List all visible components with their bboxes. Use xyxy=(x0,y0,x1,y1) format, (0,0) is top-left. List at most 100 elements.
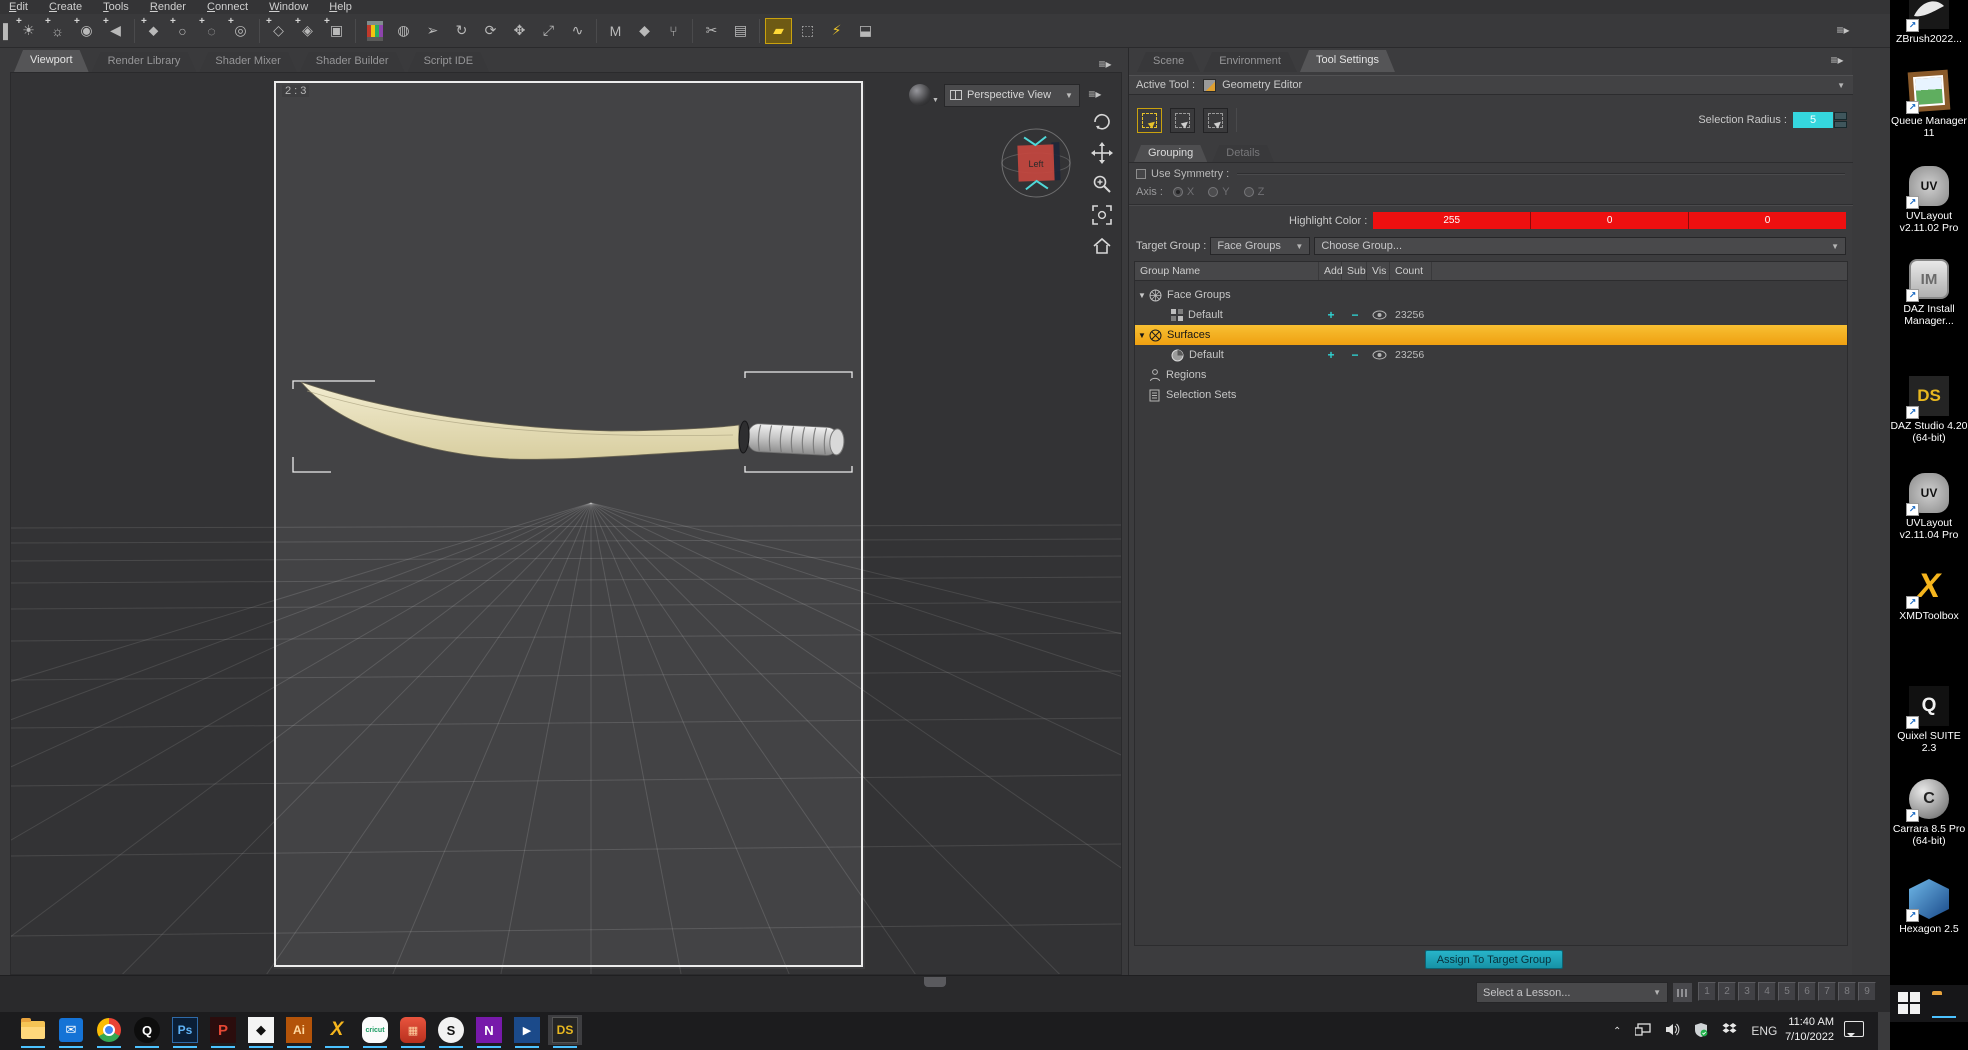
action-center-icon[interactable] xyxy=(1844,1021,1864,1037)
col-sub[interactable]: Sub xyxy=(1342,262,1367,280)
new-instance-icon[interactable]: + ◈ xyxy=(294,16,321,44)
taskbar-xmd-toolbox[interactable]: X xyxy=(320,1015,354,1048)
globe-icon[interactable]: ◍ xyxy=(390,18,417,44)
tree-row-surfaces-default[interactable]: Default + − 23256 xyxy=(1135,345,1847,365)
taskbar-illustrator[interactable]: Ai xyxy=(282,1015,316,1048)
taskbar-black-q-app[interactable]: Q xyxy=(130,1015,164,1048)
rotate-tool-icon[interactable]: ↻ xyxy=(448,18,475,44)
visibility-eye-icon[interactable] xyxy=(1367,310,1391,320)
new-dform-icon[interactable]: + ◌ xyxy=(198,16,225,44)
col-add[interactable]: Add xyxy=(1319,262,1343,280)
translate-tool-icon[interactable]: ✥ xyxy=(506,18,533,44)
home-icon[interactable] xyxy=(1091,235,1113,257)
view-selector-dropdown[interactable]: Perspective View ▼ xyxy=(943,83,1080,107)
highlight-g-value[interactable]: 0 xyxy=(1531,212,1690,229)
add-button[interactable]: + xyxy=(1319,308,1343,322)
new-null-icon[interactable]: + ○ xyxy=(169,16,196,44)
tab-shader-mixer[interactable]: Shader Mixer xyxy=(199,52,296,72)
taskbar-chrome[interactable] xyxy=(92,1015,126,1048)
pan-icon[interactable] xyxy=(1091,142,1113,164)
desktop-icon-daz-install-manager[interactable]: IM ↗ DAZ Install Manager... xyxy=(1890,258,1968,327)
subtract-button[interactable]: − xyxy=(1343,308,1367,322)
curve-tool-icon[interactable]: ∿ xyxy=(564,18,591,44)
geometry-editor-tool-icon[interactable]: ▰ xyxy=(765,17,792,44)
lesson-8-button[interactable]: 8 xyxy=(1838,982,1856,1001)
taskbar-red-p-app[interactable]: P xyxy=(206,1015,240,1048)
desktop-icon-uvlayout-02[interactable]: UV ↗ UVLayout v2.11.02 Pro xyxy=(1890,165,1968,234)
lesson-7-button[interactable]: 7 xyxy=(1818,982,1836,1001)
tab-script-ide[interactable]: Script IDE xyxy=(408,52,490,72)
new-point-light-icon[interactable]: + ☼ xyxy=(44,16,71,44)
axis-y-radio[interactable] xyxy=(1208,187,1219,197)
lesson-9-button[interactable]: 9 xyxy=(1858,982,1876,1001)
target-group-dropdown[interactable]: Face Groups ▼ xyxy=(1210,237,1311,255)
tree-row-face-groups[interactable]: ▼ Face Groups xyxy=(1135,285,1847,305)
desktop-icon-uvlayout-04[interactable]: UV ↗ UVLayout v2.11.04 Pro xyxy=(1890,472,1968,541)
tree-row-surfaces[interactable]: ▼ Surfaces xyxy=(1135,325,1847,345)
figures-tool-icon[interactable]: ⑂ xyxy=(660,18,687,44)
lesson-1-button[interactable]: 1 xyxy=(1698,982,1716,1001)
taskbar-onenote[interactable]: N xyxy=(472,1015,506,1048)
axis-z-radio[interactable] xyxy=(1243,187,1254,197)
scale-tool-icon[interactable]: ⤢ xyxy=(535,18,562,44)
assign-to-target-group-button[interactable]: Assign To Target Group xyxy=(1425,950,1563,969)
taskbar-s-app[interactable]: S xyxy=(434,1015,468,1048)
taskbar-movies-tv[interactable]: ▶ xyxy=(510,1015,544,1048)
menu-create[interactable]: Create xyxy=(40,0,91,14)
lesson-4-button[interactable]: 4 xyxy=(1758,982,1776,1001)
menu-render[interactable]: Render xyxy=(141,0,195,14)
tab-scene[interactable]: Scene xyxy=(1137,52,1200,72)
add-button[interactable]: + xyxy=(1319,348,1343,362)
axis-x-radio[interactable] xyxy=(1172,187,1183,197)
taskbar-photoshop[interactable]: Ps xyxy=(168,1015,202,1048)
tab-shader-builder[interactable]: Shader Builder xyxy=(300,52,405,72)
dock-pane-menu-icon[interactable]: ≡▸ xyxy=(1828,54,1846,68)
highlight-r-value[interactable]: 255 xyxy=(1373,212,1532,229)
subtab-details[interactable]: Details xyxy=(1212,145,1274,162)
measure-m-tool-icon[interactable]: M xyxy=(602,18,629,44)
transfer-box-tool-icon[interactable]: ⬚ xyxy=(794,18,821,44)
zoom-icon[interactable] xyxy=(1091,173,1113,195)
render-grid-icon[interactable] xyxy=(361,18,388,44)
selection-radius-input[interactable]: 5 xyxy=(1793,112,1833,128)
new-cube-icon[interactable]: + ▣ xyxy=(323,16,350,44)
new-primitive-icon[interactable]: + ⬥ xyxy=(140,16,167,44)
visibility-eye-icon[interactable] xyxy=(1367,350,1391,360)
menu-edit[interactable]: Edit xyxy=(0,0,37,14)
subtract-button[interactable]: − xyxy=(1343,348,1367,362)
use-symmetry-checkbox[interactable] xyxy=(1136,169,1146,179)
col-group-name[interactable]: Group Name xyxy=(1135,262,1319,280)
desktop-icon-zbrush[interactable]: ↗ ZBrush2022... xyxy=(1890,0,1968,45)
menu-tools[interactable]: Tools xyxy=(94,0,138,14)
window-panes-icon[interactable]: ≡▸ xyxy=(1834,23,1852,38)
col-vis[interactable]: Vis xyxy=(1367,262,1390,280)
select-lesson-dropdown[interactable]: Select a Lesson... ▼ xyxy=(1476,982,1668,1003)
taskbar-cricut[interactable]: cricut xyxy=(358,1015,392,1048)
menu-connect[interactable]: Connect xyxy=(198,0,257,14)
taskbar-unity[interactable]: ◆ xyxy=(244,1015,278,1048)
scroll-notch[interactable] xyxy=(924,977,946,987)
sphere-dropdown-arrow-icon[interactable]: ▼ xyxy=(932,97,939,104)
tray-chevron-up-icon[interactable]: ⌃ xyxy=(1613,1026,1621,1037)
taskbar-file-explorer[interactable] xyxy=(16,1015,50,1048)
tab-tool-settings[interactable]: Tool Settings xyxy=(1300,50,1395,72)
chevron-down-icon[interactable]: ▼ xyxy=(1837,81,1845,90)
selection-radius-stepper[interactable] xyxy=(1834,112,1847,128)
marquee-select-icon[interactable]: ► xyxy=(1137,107,1162,133)
highlight-color-bar[interactable]: 255 0 0 xyxy=(1373,212,1846,229)
expander-icon[interactable]: ▼ xyxy=(1135,331,1149,340)
desktop-icon-quixel-suite[interactable]: Q ↗ Quixel SUITE 2.3 xyxy=(1890,685,1968,754)
flash-tool-icon[interactable]: ⚡ xyxy=(823,18,850,44)
menu-window[interactable]: Window xyxy=(260,0,317,14)
col-count[interactable]: Count xyxy=(1390,262,1432,280)
desktop-icon-xmd-toolbox[interactable]: X ↗ XMDToolbox xyxy=(1890,565,1968,623)
active-tool-value[interactable]: Geometry Editor xyxy=(1222,79,1302,91)
tree-row-selection-sets[interactable]: Selection Sets xyxy=(1135,385,1847,405)
tab-environment[interactable]: Environment xyxy=(1203,52,1297,72)
lasso-select-icon[interactable]: ► xyxy=(1170,107,1195,133)
aspect-sphere-icon[interactable] xyxy=(909,84,931,106)
tree-row-regions[interactable]: Regions xyxy=(1135,365,1847,385)
tab-viewport[interactable]: Viewport xyxy=(14,50,89,72)
viewport-3d[interactable]: 2 : 3 Left ▼ Perspective View ▼ ≡▸ xyxy=(10,72,1122,975)
tray-network-icon[interactable] xyxy=(1634,1023,1652,1039)
